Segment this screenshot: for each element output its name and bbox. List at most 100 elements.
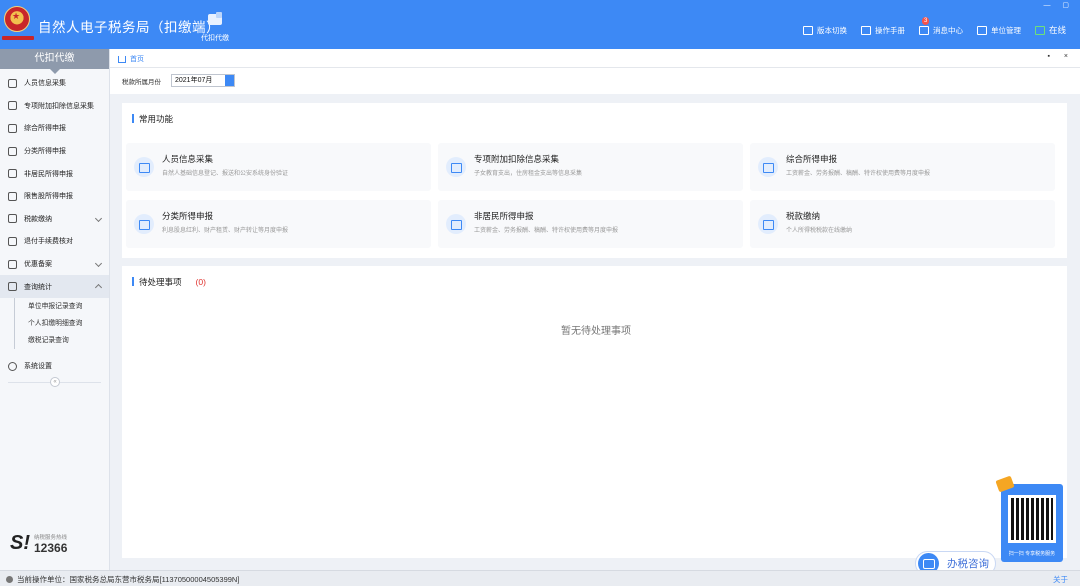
func-name: 税款缴纳 — [786, 211, 821, 221]
current-unit: 当前操作单位：国家税务总局东营市税务局[11370500004505399N] — [6, 574, 239, 585]
version-switch-label: 版本切换 — [816, 25, 847, 35]
breadcrumb-bar: 首页 ▪ × — [110, 49, 1080, 68]
func-nonresident-income[interactable]: 非居民所得申报 工资薪金、劳务报酬、稿酬、特许权使用费等月度申报 — [438, 200, 743, 248]
pending-card: 待处理事项 (0) 暂无待处理事项 — [122, 266, 1067, 558]
calendar-button-icon[interactable] — [225, 75, 234, 86]
unit-management-button[interactable]: 单位管理 — [976, 25, 1021, 36]
query-icon — [8, 282, 17, 292]
stock-icon — [8, 191, 17, 201]
sidebar-collapse-button[interactable]: « — [50, 377, 60, 387]
chevron-up-icon — [94, 284, 103, 292]
pending-empty-message: 暂无待处理事项 — [561, 326, 631, 337]
sidebar-sub-unit-report-query[interactable]: 单位申报记录查询 — [14, 297, 109, 315]
message-center-label: 消息中心 — [932, 25, 963, 35]
pending-title-text: 待处理事项 — [139, 277, 182, 287]
sidebar-item-query-stats[interactable]: 查询统计 — [0, 275, 109, 298]
sidebar-item-comprehensive-income[interactable]: 综合所得申报 — [0, 117, 109, 140]
version-switch-button[interactable]: 版本切换 — [802, 25, 847, 36]
sidebar-item-settings[interactable]: 系统设置 — [0, 355, 109, 378]
sidebar-item-label: 专项附加扣除信息采集 — [24, 102, 94, 110]
func-tax-payment[interactable]: 税款缴纳 个人所得税税款在线缴纳 — [750, 200, 1055, 248]
func-name: 分类所得申报 — [162, 211, 214, 221]
sidebar-item-label: 非居民所得申报 — [24, 170, 73, 178]
func-special-deduction[interactable]: 专项附加扣除信息采集 子女教育支出，住房租金支出等信息采集 — [438, 143, 743, 191]
pie-icon — [8, 146, 17, 156]
pending-title: 待处理事项 (0) — [132, 276, 206, 288]
online-status-label: 在线 — [1048, 25, 1066, 35]
sidebar-item-label: 综合所得申报 — [24, 125, 66, 133]
building-icon — [976, 25, 987, 35]
func-name: 人员信息采集 — [162, 154, 214, 164]
sidebar-item-label: 限售股所得申报 — [24, 193, 73, 201]
func-person-info[interactable]: 人员信息采集自然人基础信息登记、报送和公安系统身份验证 — [126, 143, 431, 191]
func-desc: 自然人基础信息登记、报送和公安系统身份验证 — [162, 171, 289, 177]
report-icon — [758, 157, 778, 177]
chevron-down-icon — [94, 259, 103, 267]
person-icon — [8, 78, 17, 88]
common-functions-card: 常用功能 人员信息采集 自然人基础信息登记、报送和公安系统身份验证 专项附加扣除信… — [122, 103, 1067, 258]
sidebar-item-preferential-filing[interactable]: 优惠备案 — [0, 253, 109, 276]
func-desc: 工资薪金、劳务报酬、稿酬、特许权使用费等月度申报 — [786, 171, 931, 177]
sidebar-sub-personal-withholding-query[interactable]: 个人扣缴明细查询 — [14, 314, 109, 332]
sidebar-item-nonresident-income[interactable]: 非居民所得申报 — [0, 162, 109, 185]
user-icon — [6, 576, 13, 583]
manual-label: 操作手册 — [874, 25, 905, 35]
sidebar-item-person-info[interactable]: 人员信息采集 — [0, 72, 109, 95]
home-icon — [118, 55, 126, 63]
tab-withholding-label: 代扣代缴 — [201, 35, 229, 42]
status-bar: 当前操作单位：国家税务总局东营市税务局[11370500004505399N] … — [0, 570, 1080, 586]
sidebar-item-special-deduction[interactable]: 专项附加扣除信息采集 — [0, 95, 109, 118]
sidebar-item-label: 退付手续费核对 — [24, 238, 73, 246]
window-controls[interactable]: — ▢ — [1043, 1, 1074, 9]
sidebar-item-label: 查询统计 — [24, 283, 52, 291]
period-select[interactable]: 2021年07月 — [171, 74, 235, 87]
sidebar-sub-tax-payment-query[interactable]: 缴税记录查询 — [14, 331, 109, 349]
chevron-down-icon — [94, 214, 103, 222]
period-label: 税款所属月份 — [122, 79, 161, 86]
discount-icon — [8, 259, 17, 269]
list-icon — [8, 101, 17, 111]
breadcrumb-home: 首页 — [130, 56, 144, 63]
switch-icon — [802, 25, 813, 35]
edit-icon — [134, 214, 154, 234]
tab-controls[interactable]: ▪ × — [1047, 53, 1074, 60]
period-bar: 税款所属月份 2021年07月 — [110, 68, 1080, 94]
period-value: 2021年07月 — [175, 77, 213, 84]
hotline-logo-icon: S! — [10, 532, 30, 554]
hotline-number: 12366 — [34, 540, 68, 555]
func-name: 专项附加扣除信息采集 — [474, 154, 560, 164]
about-link[interactable]: 关于 — [1053, 574, 1068, 585]
edit-icon — [446, 214, 466, 234]
hotline-label: 纳税服务热线 — [34, 534, 68, 541]
unit-management-label: 单位管理 — [990, 25, 1021, 35]
tax-hotline: S! 纳税服务热线 12366 — [10, 532, 67, 555]
payment-icon — [8, 214, 17, 224]
sidebar-item-tax-payment[interactable]: 税款缴纳 — [0, 208, 109, 231]
top-actions: 版本切换 操作手册 3 消息中心 单位管理 在线 — [789, 16, 1066, 36]
sidebar-item-refund-fee[interactable]: 退付手续费核对 — [0, 230, 109, 253]
tab-withholding[interactable]: 代扣代缴 — [192, 11, 238, 43]
deduction-icon — [446, 157, 466, 177]
manual-button[interactable]: 操作手册 — [860, 25, 905, 36]
func-comprehensive-income[interactable]: 综合所得申报 工资薪金、劳务报酬、稿酬、特许权使用费等月度申报 — [750, 143, 1055, 191]
online-status-button[interactable]: 在线 — [1034, 24, 1066, 36]
sidebar-item-label: 人员信息采集 — [24, 80, 66, 88]
sidebar-item-classified-income[interactable]: 分类所得申报 — [0, 140, 109, 163]
pending-count: (0) — [195, 277, 206, 287]
breadcrumb[interactable]: 首页 — [118, 54, 144, 64]
manual-icon — [860, 25, 871, 35]
sidebar-item-label: 税款缴纳 — [24, 215, 52, 223]
func-desc: 工资薪金、劳务报酬、稿酬、特许权使用费等月度申报 — [474, 228, 619, 234]
current-unit-text: 当前操作单位：国家税务总局东营市税务局[11370500004505399N] — [17, 575, 240, 584]
sidebar-item-label: 系统设置 — [24, 363, 52, 371]
title-bar: ★ 自然人电子税务局（扣缴端） 代扣代缴 版本切换 操作手册 3 消息中心 单位管… — [0, 0, 1080, 49]
tax-pay-icon — [758, 214, 778, 234]
message-center-button[interactable]: 3 消息中心 — [918, 16, 963, 36]
id-card-icon — [134, 157, 154, 177]
sidebar-item-restricted-stock[interactable]: 限售股所得申报 — [0, 185, 109, 208]
qr-code-widget[interactable]: 扫一扫 专享税务服务 — [995, 475, 1063, 562]
wallet-icon — [206, 11, 224, 26]
refund-icon — [8, 236, 17, 246]
func-classified-income[interactable]: 分类所得申报 利息股息红利、财产租赁、财产转让等月度申报 — [126, 200, 431, 248]
message-badge: 3 — [921, 16, 930, 25]
